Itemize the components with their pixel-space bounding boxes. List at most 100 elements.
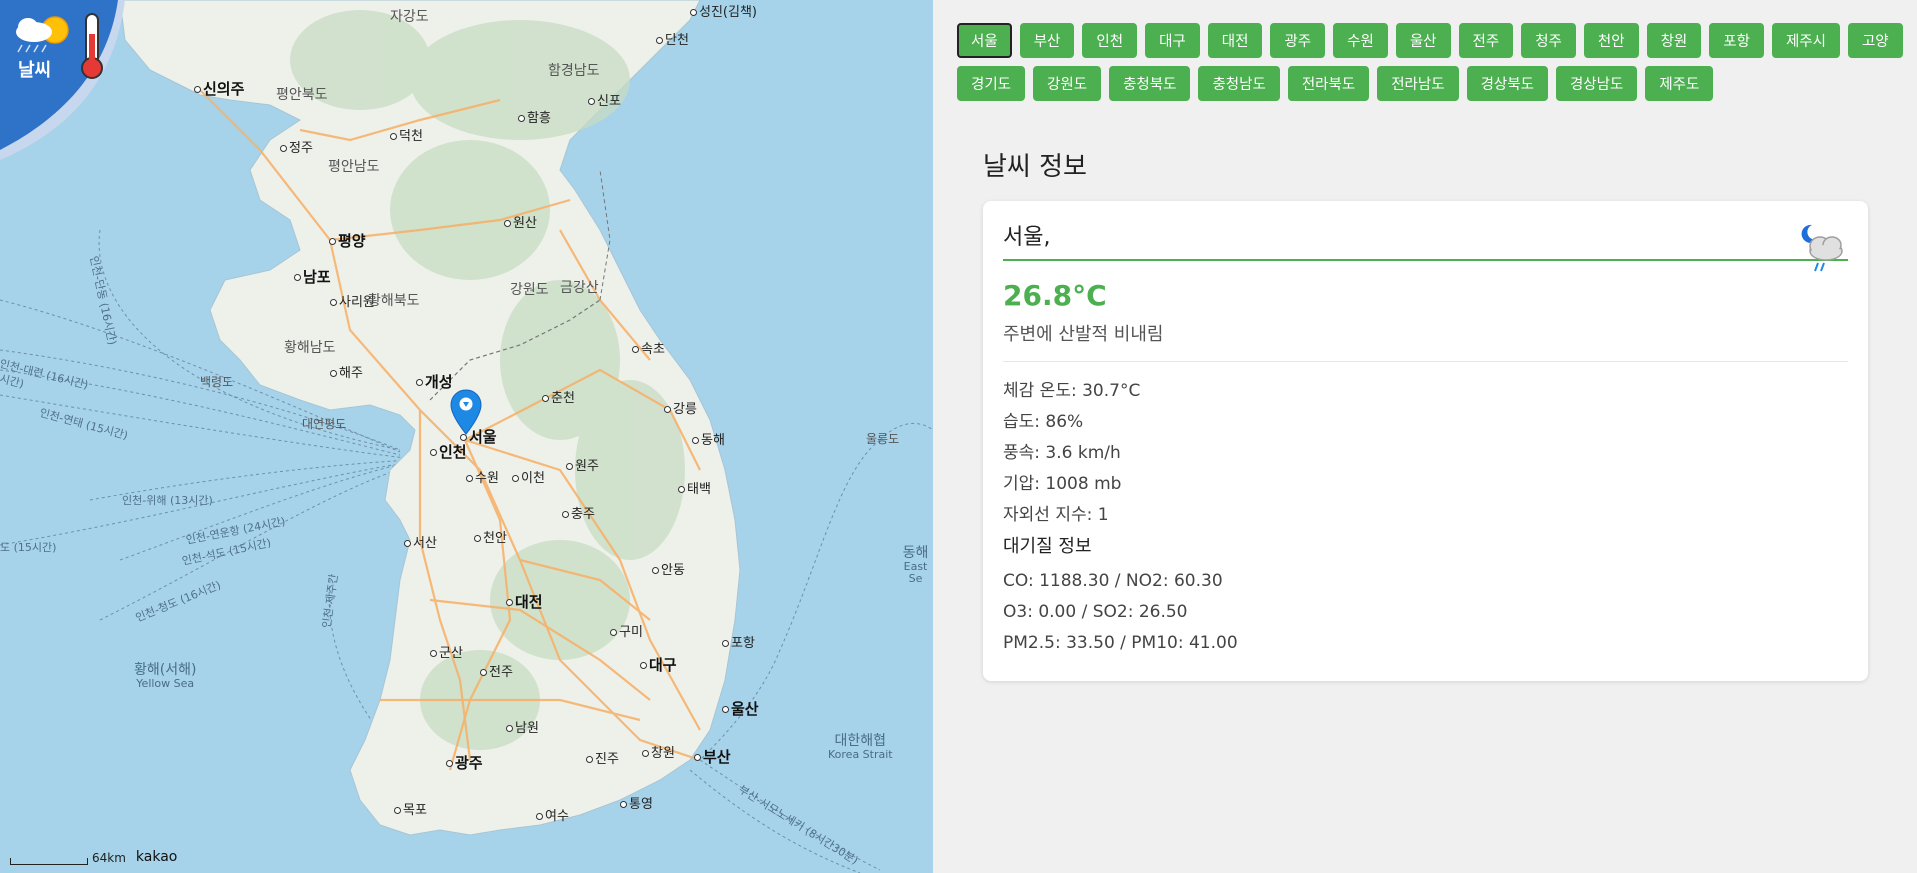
map-city-gwangju: 광주	[446, 756, 483, 771]
map-city-icheon: 이천	[512, 472, 545, 485]
city-button-group: 서울 부산 인천 대구 대전 광주 수원 울산 전주 청주 천안 창원 포항 제…	[957, 23, 1907, 101]
map-city-donghae: 동해	[692, 434, 725, 447]
city-button-gyeongbuk[interactable]: 경상북도	[1466, 66, 1548, 101]
map-city-gangneung: 강릉	[664, 403, 697, 416]
map-city-pyongyang: 평양	[329, 234, 366, 249]
map-region-north-pyongan: 평안북도	[276, 87, 328, 103]
map-sea-yellow: 황해(서해) Yellow Sea	[134, 662, 197, 691]
map-city-yeosu: 여수	[536, 810, 569, 823]
feels-like-text: 체감 온도: 30.7°C	[1003, 381, 1141, 401]
map-city-chungju: 충주	[562, 508, 595, 521]
map-sea-korea-strait: 대한해협 Korea Strait	[828, 733, 893, 762]
weather-panel: 서울 부산 인천 대구 대전 광주 수원 울산 전주 청주 천안 창원 포항 제…	[933, 0, 1917, 873]
city-button-jeju-province[interactable]: 제주도	[1645, 66, 1714, 101]
pressure-text: 기압: 1008 mb	[1003, 474, 1122, 494]
map-sea-east: 동해 East Se	[902, 545, 929, 586]
map-region-south-hwanghae: 황해남도	[284, 340, 336, 356]
weather-city-name: 서울,	[1003, 219, 1848, 261]
map-island-ulleung: 울릉도	[866, 432, 900, 446]
map-city-sinpo: 신포	[588, 95, 621, 108]
app-logo-text: 날씨	[18, 60, 52, 81]
map-region-north-hwanghae: 황해북도	[368, 293, 420, 309]
map-city-jinju: 진주	[586, 753, 619, 766]
weather-card: 서울, 26.8°C 주변에 산발적 비내림 체감 온도: 30.7°C 습도:…	[983, 201, 1868, 681]
map-city-sokcho: 속초	[632, 343, 665, 356]
map-view[interactable]: 성진(김책) 단천 신포 함흥 신의주 덕천 정주 원산 평양 남포 사리원 해…	[0, 0, 933, 873]
map-city-taebaek: 태백	[678, 483, 711, 496]
location-pin-icon[interactable]	[449, 388, 483, 436]
weather-details: 체감 온도: 30.7°C 습도: 86% 풍속: 3.6 km/h 기압: 1…	[1003, 376, 1848, 562]
weather-description: 주변에 산발적 비내림	[1003, 320, 1848, 362]
map-city-jeonju: 전주	[480, 666, 513, 679]
city-button-gyeongnam[interactable]: 경상남도	[1555, 66, 1638, 101]
map-city-incheon: 인천	[430, 445, 467, 460]
map-city-dancheon: 단천	[656, 34, 689, 47]
map-route-partial: 도 (15시간)	[0, 541, 57, 554]
map-city-changwon: 창원	[642, 747, 675, 760]
city-button-busan[interactable]: 부산	[1019, 23, 1075, 58]
map-city-sinuiju: 신의주	[194, 82, 244, 97]
city-button-daegu[interactable]: 대구	[1145, 23, 1200, 58]
city-button-chungbuk[interactable]: 충청북도	[1109, 66, 1191, 101]
co-no2-text: CO: 1188.30 / NO2: 60.30	[1003, 571, 1223, 591]
wind-speed-text: 풍속: 3.6 km/h	[1003, 443, 1121, 463]
city-button-pohang[interactable]: 포항	[1709, 23, 1764, 58]
city-button-gangwon[interactable]: 강원도	[1033, 66, 1102, 101]
city-button-seoul[interactable]: 서울	[957, 23, 1012, 58]
map-city-pohang: 포항	[722, 637, 755, 650]
map-city-namwon: 남원	[506, 722, 539, 735]
app-logo[interactable]: 날씨	[0, 0, 125, 160]
map-city-gunsan: 군산	[430, 647, 463, 660]
city-button-suwon[interactable]: 수원	[1333, 23, 1388, 58]
map-city-suwon: 수원	[466, 472, 499, 485]
humidity-text: 습도: 86%	[1003, 412, 1084, 432]
temperature-value: 26.8°C	[1003, 279, 1107, 312]
city-button-incheon[interactable]: 인천	[1082, 23, 1138, 58]
air-quality-details: CO: 1188.30 / NO2: 60.30 O3: 0.00 / SO2:…	[1003, 566, 1848, 659]
city-button-gwangju[interactable]: 광주	[1270, 23, 1326, 58]
map-region-jagang: 자강도	[390, 9, 429, 25]
map-city-wonju: 원주	[566, 460, 599, 473]
map-city-cheonan: 천안	[474, 532, 507, 545]
map-region-geumgangsan: 금강산	[560, 280, 599, 296]
city-button-jeonnam[interactable]: 전라남도	[1377, 66, 1459, 101]
city-button-changwon[interactable]: 창원	[1646, 23, 1702, 58]
map-region-south-pyongan: 평안남도	[328, 159, 380, 175]
map-city-haeju: 해주	[330, 367, 363, 380]
air-quality-title: 대기질 정보	[1003, 536, 1092, 557]
map-city-nampo: 남포	[294, 270, 331, 285]
map-city-wonsan: 원산	[504, 217, 537, 230]
city-button-goyang[interactable]: 고양	[1847, 23, 1903, 58]
map-city-andong: 안동	[652, 564, 685, 577]
weather-info-title: 날씨 정보	[983, 152, 1087, 182]
map-city-daegu: 대구	[640, 658, 677, 673]
map-city-deokcheon: 덕천	[390, 130, 423, 143]
map-scale: 64km kakao	[10, 849, 177, 865]
city-button-ulsan[interactable]: 울산	[1395, 23, 1451, 58]
city-button-cheongju[interactable]: 청주	[1521, 23, 1576, 58]
map-city-chuncheon: 춘천	[542, 392, 575, 405]
map-city-busan: 부산	[694, 750, 731, 765]
map-city-seosan: 서산	[404, 537, 437, 550]
map-city-tongyeong: 통영	[620, 798, 653, 811]
city-button-jeonju[interactable]: 전주	[1458, 23, 1514, 58]
map-region-south-hamgyong: 함경남도	[548, 63, 600, 79]
city-button-jeonbuk[interactable]: 전라북도	[1287, 66, 1370, 101]
scale-bar	[10, 858, 88, 865]
city-button-cheonan[interactable]: 천안	[1583, 23, 1639, 58]
city-button-gyeonggi[interactable]: 경기도	[957, 66, 1026, 101]
map-region-gangwon: 강원도	[510, 282, 549, 298]
map-city-ulsan: 울산	[722, 702, 759, 717]
pm-text: PM2.5: 33.50 / PM10: 41.00	[1003, 633, 1238, 653]
city-button-chungnam[interactable]: 충청남도	[1198, 66, 1280, 101]
map-attribution: kakao	[135, 849, 178, 865]
o3-so2-text: O3: 0.00 / SO2: 26.50	[1003, 602, 1188, 622]
city-button-daejeon[interactable]: 대전	[1207, 23, 1263, 58]
map-city-daejeon: 대전	[506, 595, 543, 610]
map-route-weihai: 인천-위해 (13시간)	[122, 494, 213, 507]
night-rain-cloud-icon	[1801, 224, 1843, 272]
city-button-jeju-city[interactable]: 제주시	[1771, 23, 1840, 58]
map-island-daeyeonpyeong: 대연평도	[302, 417, 347, 431]
map-city-kaesong: 개성	[416, 375, 453, 390]
map-city-seongjin: 성진(김책)	[690, 6, 757, 19]
